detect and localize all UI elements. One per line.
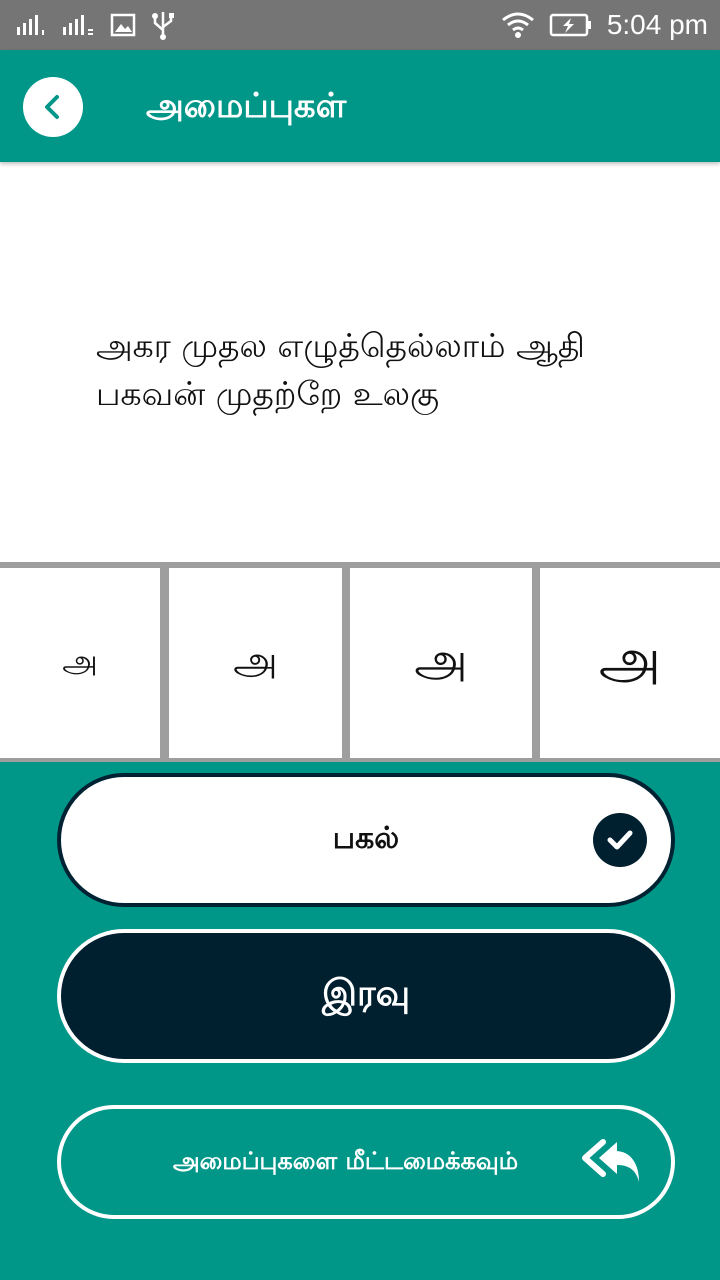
status-time: 5:04 pm (606, 9, 708, 40)
back-button[interactable] (23, 77, 83, 137)
reply-all-icon (582, 1139, 639, 1182)
day-theme-button[interactable]: பகல் (57, 773, 675, 907)
font-size-small[interactable]: அ (0, 568, 160, 758)
font-size-large[interactable]: அ (350, 568, 532, 758)
preview-text: அகர முதல எழுத்தெல்லாம் ஆதி பகவன் முதற்றே… (96, 322, 656, 418)
check-icon (593, 813, 647, 867)
usb-icon (152, 12, 174, 40)
font-size-small-label: அ (62, 642, 98, 680)
day-theme-label: பகல் (332, 820, 400, 856)
reset-settings-button[interactable]: அமைப்புகளை மீட்டமைக்கவும் (57, 1105, 675, 1219)
reset-settings-label: அமைப்புகளை மீட்டமைக்கவும் (173, 1146, 519, 1175)
signal-1-icon (17, 15, 44, 35)
preview-line-2: பகவன் முதற்றே உலகு (96, 374, 440, 413)
status-bar: 5:04 pm (0, 0, 720, 50)
page-title: அமைப்புகள் (146, 86, 347, 126)
font-size-large-label: அ (414, 632, 468, 688)
wifi-icon (501, 12, 534, 38)
preview-line-1: அகர முதல எழுத்தெல்லாம் ஆதி (96, 326, 585, 365)
night-theme-label: இரவு (321, 973, 411, 1014)
image-icon (110, 13, 136, 37)
font-size-xlarge[interactable]: அ (540, 568, 720, 758)
signal-2-icon (63, 15, 93, 35)
font-size-medium-label: அ (233, 637, 278, 684)
battery-charging-icon (549, 13, 591, 37)
preview-panel: அகர முதல எழுத்தெல்லாம் ஆதி பகவன் முதற்றே… (0, 162, 720, 562)
font-size-selector: அ அ அ அ (0, 562, 720, 762)
font-size-medium[interactable]: அ (169, 568, 342, 758)
app-bar: அமைப்புகள் (0, 50, 720, 162)
font-size-xlarge-label: அ (598, 627, 662, 692)
chevron-left-icon (45, 95, 59, 119)
night-theme-button[interactable]: இரவு (57, 929, 675, 1063)
